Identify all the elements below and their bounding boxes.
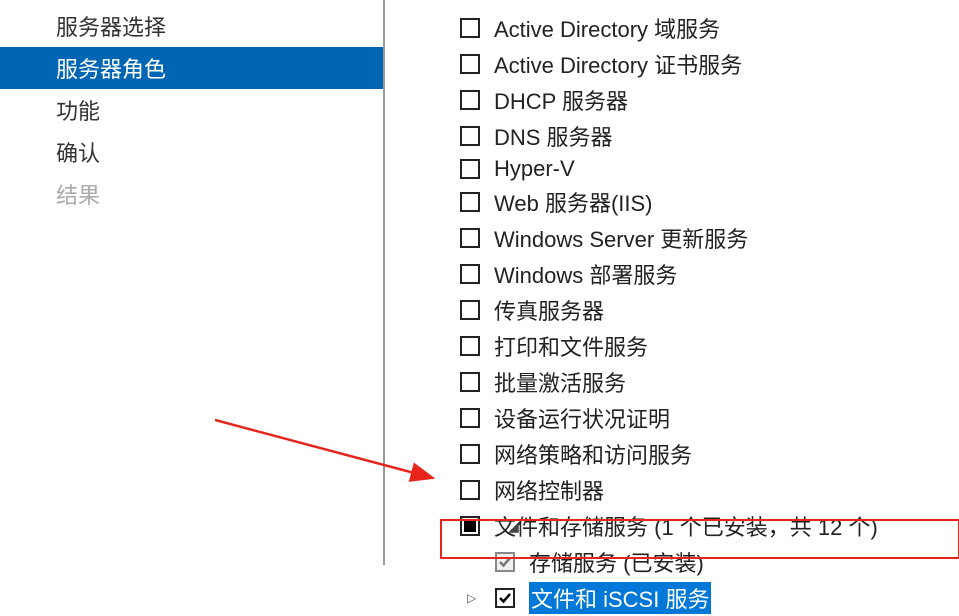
- role-item[interactable]: Web 服务器(IIS): [460, 184, 959, 220]
- role-item[interactable]: 传真服务器: [460, 292, 959, 328]
- sidebar-item-results: 结果: [0, 173, 383, 215]
- checkbox-icon[interactable]: [460, 444, 480, 464]
- checkbox-icon[interactable]: [460, 480, 480, 500]
- roles-panel: Active Directory 域服务 Active Directory 证书…: [385, 0, 959, 565]
- role-label: Active Directory 证书服务: [494, 48, 742, 80]
- checkbox-icon[interactable]: [460, 192, 480, 212]
- checkbox-icon[interactable]: [460, 159, 480, 179]
- role-label: 网络控制器: [494, 474, 604, 506]
- role-label: 批量激活服务: [494, 366, 626, 398]
- child-role-item[interactable]: 存储服务 (已安装): [495, 544, 959, 580]
- role-item[interactable]: 设备运行状况证明: [460, 400, 959, 436]
- role-item[interactable]: 网络策略和访问服务: [460, 436, 959, 472]
- role-label: 打印和文件服务: [494, 330, 648, 362]
- checkbox-icon[interactable]: [460, 300, 480, 320]
- checkbox-icon[interactable]: [460, 90, 480, 110]
- checkbox-indeterminate-icon[interactable]: [460, 516, 480, 536]
- role-label: Active Directory 域服务: [494, 12, 720, 44]
- role-item[interactable]: 批量激活服务: [460, 364, 959, 400]
- role-label: 设备运行状况证明: [494, 402, 670, 434]
- role-item-expandable[interactable]: ◢ 文件和存储服务 (1 个已安装，共 12 个): [460, 508, 959, 544]
- role-label: Windows 部署服务: [494, 258, 677, 290]
- role-item[interactable]: Windows Server 更新服务: [460, 220, 959, 256]
- role-item[interactable]: 打印和文件服务: [460, 328, 959, 364]
- sidebar-item-server-selection[interactable]: 服务器选择: [0, 5, 383, 47]
- role-label: Hyper-V: [494, 156, 575, 182]
- role-item[interactable]: Windows 部署服务: [460, 256, 959, 292]
- role-item[interactable]: DHCP 服务器: [460, 82, 959, 118]
- checkbox-icon[interactable]: [460, 264, 480, 284]
- role-item[interactable]: Active Directory 域服务: [460, 10, 959, 46]
- checkbox-checked-icon[interactable]: [495, 588, 515, 608]
- role-label: DHCP 服务器: [494, 84, 628, 116]
- sidebar-item-server-roles[interactable]: 服务器角色: [0, 47, 383, 89]
- role-list: Active Directory 域服务 Active Directory 证书…: [385, 10, 959, 616]
- role-item[interactable]: Active Directory 证书服务: [460, 46, 959, 82]
- role-item[interactable]: DNS 服务器: [460, 118, 959, 154]
- role-label: 网络策略和访问服务: [494, 438, 692, 470]
- role-label: DNS 服务器: [494, 120, 613, 152]
- checkbox-icon[interactable]: [460, 54, 480, 74]
- checkbox-icon[interactable]: [460, 126, 480, 146]
- child-role-list: 存储服务 (已安装) ▷ 文件和 iSCSI 服务: [460, 544, 959, 616]
- role-label: Web 服务器(IIS): [494, 186, 653, 218]
- role-label: 文件和存储服务 (1 个已安装，共 12 个): [494, 510, 878, 542]
- child-role-item[interactable]: ▷ 文件和 iSCSI 服务: [495, 580, 959, 616]
- checkbox-icon[interactable]: [460, 336, 480, 356]
- expand-collapsed-icon[interactable]: ▷: [467, 591, 476, 605]
- checkbox-icon[interactable]: [460, 228, 480, 248]
- sidebar-item-features[interactable]: 功能: [0, 89, 383, 131]
- role-label: 传真服务器: [494, 294, 604, 326]
- child-role-label-selected: 文件和 iSCSI 服务: [529, 582, 711, 614]
- checkbox-icon[interactable]: [460, 408, 480, 428]
- sidebar-item-confirmation[interactable]: 确认: [0, 131, 383, 173]
- checkbox-icon[interactable]: [460, 18, 480, 38]
- wizard-sidebar: 服务器选择 服务器角色 功能 确认 结果: [0, 0, 385, 565]
- checkbox-checked-disabled-icon: [495, 552, 515, 572]
- role-item[interactable]: 网络控制器: [460, 472, 959, 508]
- role-item[interactable]: Hyper-V: [460, 154, 959, 184]
- child-role-label: 存储服务 (已安装): [529, 546, 704, 578]
- role-label: Windows Server 更新服务: [494, 222, 748, 254]
- expand-arrow-icon[interactable]: ◢: [508, 518, 519, 535]
- checkbox-icon[interactable]: [460, 372, 480, 392]
